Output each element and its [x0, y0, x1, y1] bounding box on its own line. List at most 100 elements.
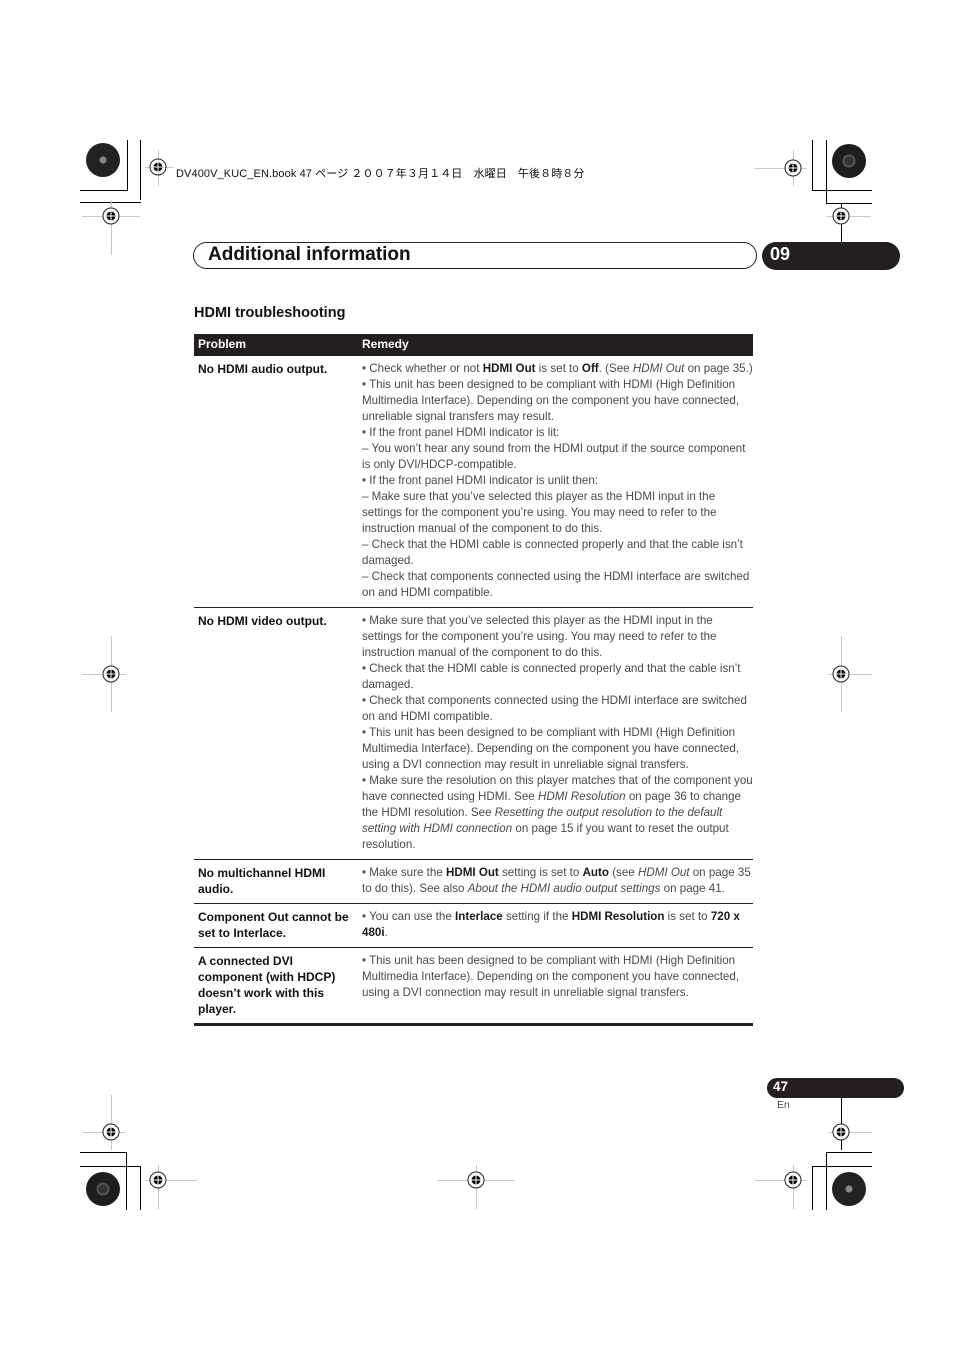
- crop-mark: [812, 190, 872, 191]
- remedy-text: • You can use the: [362, 910, 456, 923]
- bold-term: Off: [581, 362, 599, 375]
- registration-mark-icon: [832, 1123, 850, 1141]
- table-row: No HDMI audio output. • Check whether or …: [194, 356, 753, 608]
- crop-mark: [127, 140, 128, 190]
- table-row: No HDMI video output. • Make sure that yo…: [194, 607, 753, 860]
- remedy-line: • Check that components connected using …: [362, 693, 753, 725]
- remedy-text: – Make sure that you’ve selected this pl…: [362, 490, 717, 535]
- registration-mark-icon: [784, 1171, 802, 1189]
- problem-cell: No multichannel HDMI audio.: [194, 859, 358, 904]
- remedy-cell: • You can use the Interlace setting if t…: [358, 903, 753, 948]
- remedy-line: • If the front panel HDMI indicator is l…: [362, 425, 753, 441]
- remedy-text: • This unit has been designed to be comp…: [362, 954, 740, 999]
- crop-mark: [826, 203, 872, 204]
- chapter-header-bar: Additional information: [193, 242, 757, 269]
- remedy-text: – You won’t hear any sound from the HDMI…: [362, 442, 746, 471]
- color-registration-target-icon: [86, 1172, 120, 1206]
- remedy-line: • Make sure the HDMI Out setting is set …: [362, 865, 753, 897]
- remedy-text: is set to: [535, 362, 582, 375]
- column-header-problem: Problem: [194, 334, 358, 356]
- registration-mark-icon: [102, 1123, 120, 1141]
- crop-mark: [140, 1166, 141, 1210]
- remedy-text: • Make sure the: [362, 866, 446, 879]
- crop-mark: [826, 140, 827, 204]
- crop-mark: [80, 190, 128, 191]
- page-language: En: [777, 1099, 790, 1111]
- remedy-cell: • Make sure the HDMI Out setting is set …: [358, 859, 753, 904]
- column-header-remedy: Remedy: [358, 334, 753, 356]
- remedy-line: – You won’t hear any sound from the HDMI…: [362, 441, 753, 473]
- remedy-line: – Make sure that you’ve selected this pl…: [362, 489, 753, 537]
- registration-mark-icon: [149, 158, 167, 176]
- crop-mark: [812, 1166, 872, 1167]
- color-registration-target-icon: [86, 143, 120, 177]
- remedy-text: . (See: [598, 362, 633, 375]
- remedy-text: on page 35.): [684, 362, 753, 375]
- remedy-line: • Make sure the resolution on this playe…: [362, 773, 753, 853]
- crop-mark: [80, 1152, 127, 1153]
- remedy-line: – Check that the HDMI cable is connected…: [362, 537, 753, 569]
- table-row: Component Out cannot be set to Interlace…: [194, 903, 753, 948]
- chapter-number-badge: 09: [762, 242, 900, 270]
- table-row: A connected DVI component (with HDCP) do…: [194, 947, 753, 1026]
- remedy-text: • This unit has been designed to be comp…: [362, 726, 740, 771]
- registration-mark-icon: [467, 1171, 485, 1189]
- table-body: No HDMI audio output. • Check whether or …: [194, 356, 753, 1026]
- remedy-text: • If the front panel HDMI indicator is u…: [362, 474, 599, 487]
- remedy-line: • This unit has been designed to be comp…: [362, 377, 753, 425]
- crop-mark: [812, 140, 813, 190]
- problem-cell: Component Out cannot be set to Interlace…: [194, 903, 358, 948]
- chapter-number: 09: [770, 244, 791, 264]
- remedy-text: on page 41.: [660, 882, 725, 895]
- remedy-text: setting if the: [502, 910, 572, 923]
- crop-mark: [140, 140, 141, 200]
- print-job-header: DV400V_KUC_EN.book 47 ページ ２００７年３月１４日 水曜日…: [176, 168, 585, 180]
- bold-term: HDMI Out: [482, 362, 536, 375]
- remedy-line: • This unit has been designed to be comp…: [362, 953, 753, 1001]
- page-number-badge: 47: [767, 1078, 904, 1098]
- remedy-text: • Make sure that you’ve selected this pl…: [362, 614, 717, 659]
- remedy-text: • Check that components connected using …: [362, 694, 747, 723]
- remedy-text: – Check that the HDMI cable is connected…: [362, 538, 743, 567]
- problem-cell: A connected DVI component (with HDCP) do…: [194, 947, 358, 1026]
- crop-mark: [812, 1166, 813, 1210]
- italic-reference: HDMI Out: [637, 866, 690, 879]
- registration-mark-icon: [102, 207, 120, 225]
- remedy-line: • If the front panel HDMI indicator is u…: [362, 473, 753, 489]
- registration-mark-icon: [832, 207, 850, 225]
- remedy-text: .: [384, 926, 388, 939]
- page-number: 47: [773, 1079, 789, 1094]
- remedy-cell: • This unit has been designed to be comp…: [358, 947, 753, 1026]
- registration-mark-icon: [149, 1171, 167, 1189]
- troubleshooting-table: Problem Remedy No HDMI audio output. • Ch…: [194, 334, 753, 1026]
- remedy-text: • If the front panel HDMI indicator is l…: [362, 426, 560, 439]
- crop-mark: [80, 1166, 141, 1167]
- remedy-text: • This unit has been designed to be comp…: [362, 378, 740, 423]
- registration-mark-icon: [102, 665, 120, 683]
- remedy-line: • Check that the HDMI cable is connected…: [362, 661, 753, 693]
- crop-mark: [826, 1152, 827, 1210]
- bold-term: HDMI Resolution: [571, 910, 665, 923]
- italic-reference: About the HDMI audio output settings: [467, 882, 661, 895]
- registration-mark-icon: [832, 665, 850, 683]
- remedy-text: (see: [608, 866, 638, 879]
- remedy-text: – Check that components connected using …: [362, 570, 750, 599]
- remedy-cell: • Check whether or not HDMI Out is set t…: [358, 356, 753, 608]
- italic-reference: HDMI Out: [632, 362, 685, 375]
- table-row: No multichannel HDMI audio. • Make sure t…: [194, 859, 753, 904]
- crop-mark: [126, 1152, 127, 1210]
- remedy-text: setting is set to: [498, 866, 583, 879]
- remedy-text: is set to: [664, 910, 711, 923]
- bold-term: Interlace: [455, 910, 503, 923]
- registration-mark-icon: [784, 159, 802, 177]
- crop-mark: [826, 1152, 872, 1153]
- table-header-row: Problem Remedy: [194, 334, 753, 356]
- bold-term: HDMI Out: [445, 866, 499, 879]
- remedy-line: – Check that components connected using …: [362, 569, 753, 601]
- italic-reference: HDMI Resolution: [537, 790, 626, 803]
- problem-cell: No HDMI video output.: [194, 607, 358, 860]
- remedy-text: • Check that the HDMI cable is connected…: [362, 662, 741, 691]
- remedy-cell: • Make sure that you’ve selected this pl…: [358, 607, 753, 860]
- section-title: HDMI troubleshooting: [194, 305, 346, 321]
- color-registration-target-icon: [832, 144, 866, 178]
